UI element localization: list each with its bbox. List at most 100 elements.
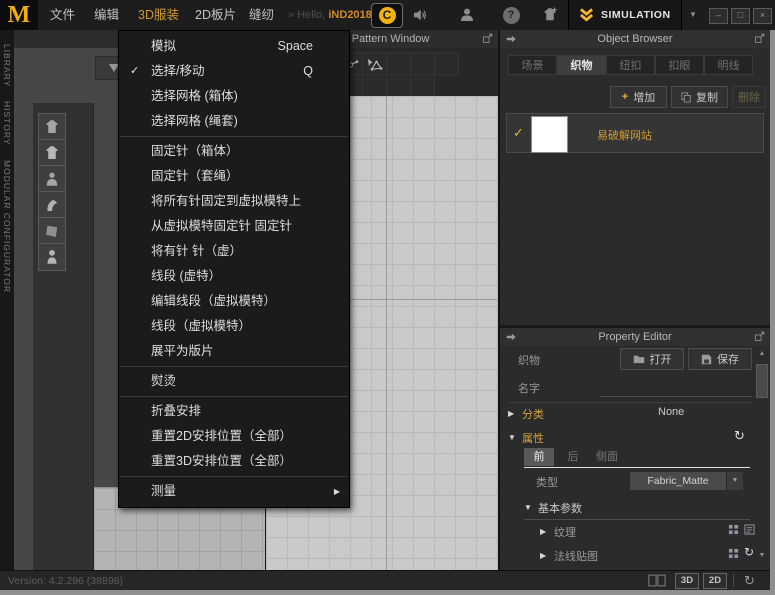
tab-fabric[interactable]: 织物 <box>557 55 606 75</box>
menu-item-detach-pins[interactable]: 从虚拟模特固定针 固定针 <box>119 214 349 239</box>
menu-2d-pattern[interactable]: 2D板片 <box>189 0 242 30</box>
menu-item-reset-3d-arrangement[interactable]: 重置3D安排位置（全部） <box>119 449 349 474</box>
maximize-button[interactable]: □ <box>731 8 750 24</box>
dock-arrow-icon[interactable] <box>505 331 517 343</box>
menu-item-select-mesh-lasso[interactable]: 选择网格 (绳套) <box>119 109 349 134</box>
side-tab-back[interactable]: 后 <box>558 448 588 466</box>
popout-icon[interactable] <box>754 331 765 342</box>
menu-item-attach-all-pins[interactable]: 将所有针固定到虚拟模特上 <box>119 189 349 214</box>
side-tab-front[interactable]: 前 <box>524 448 554 466</box>
menu-item-segment-avatar-2[interactable]: 线段（虚拟模特） <box>119 314 349 339</box>
normal-map-grid-icon[interactable] <box>728 548 739 559</box>
cursor-polygon-icon <box>366 57 383 72</box>
menu-item-reset-2d-arrangement[interactable]: 重置2D安排位置（全部） <box>119 424 349 449</box>
tab-underline <box>524 467 750 468</box>
category-label[interactable]: 分类 <box>522 406 544 422</box>
help-icon[interactable]: ? <box>499 5 523 25</box>
minimize-button[interactable]: – <box>709 8 728 24</box>
view-3d-button[interactable]: 3D <box>675 573 699 589</box>
sidebar-tab-library[interactable]: LIBRARY <box>2 44 12 87</box>
close-button[interactable]: × <box>753 8 772 24</box>
simulation-toggle[interactable]: SIMULATION <box>568 0 682 30</box>
menu-item-select-move[interactable]: ✓选择/移动Q <box>119 59 349 84</box>
type-label: 类型 <box>536 474 558 490</box>
toolbar-slot <box>362 74 387 98</box>
menu-item-measure[interactable]: 测量▶ <box>119 479 349 504</box>
fabric-name: 易破解网站 <box>597 127 652 143</box>
tab-scene[interactable]: 场景 <box>508 55 557 75</box>
menu-item-pin-lasso[interactable]: 固定针（套绳） <box>119 164 349 189</box>
sidebar-tab-modular-configurator[interactable]: MODULAR CONFIGURATOR <box>2 160 12 293</box>
texture-grid-icon[interactable] <box>728 524 739 535</box>
scrollbar-thumb[interactable] <box>756 364 768 398</box>
view-2d-button[interactable]: 2D <box>703 573 727 589</box>
tab-buttonhole[interactable]: 扣眼 <box>655 55 704 75</box>
avatar-icon[interactable] <box>455 5 479 25</box>
basic-params-label[interactable]: 基本参数 <box>538 500 582 516</box>
add-garment-icon[interactable] <box>538 5 562 25</box>
polygon-tool-button[interactable] <box>362 52 387 76</box>
type-dropdown[interactable]: Fabric_Matte <box>630 472 726 490</box>
library-item-avatar-2[interactable] <box>38 243 66 271</box>
library-item-avatar-1[interactable] <box>38 165 66 193</box>
speaker-icon[interactable] <box>408 5 432 25</box>
object-browser-titlebar: Object Browser <box>500 30 770 48</box>
open-button[interactable]: 打开 <box>620 348 684 370</box>
copy-button[interactable]: 复制 <box>671 86 728 108</box>
toolbar-slot <box>410 74 435 98</box>
popout-icon[interactable] <box>482 33 493 44</box>
menu-item-simulate[interactable]: 模拟Space <box>119 34 349 59</box>
delete-button[interactable]: 删除 <box>732 86 766 108</box>
menu-3d-garment[interactable]: 3D服装 <box>132 0 185 30</box>
check-icon[interactable]: ✓ <box>513 125 524 141</box>
menu-item-iron[interactable]: 熨烫 <box>119 369 349 394</box>
menu-edit[interactable]: 编辑 <box>88 0 125 30</box>
texture-label[interactable]: 纹理 <box>554 524 576 540</box>
normal-map-expander-icon[interactable]: ▶ <box>540 551 546 560</box>
side-tab-side[interactable]: 侧面 <box>592 448 622 466</box>
scrollbar-up-button[interactable]: ▲ <box>756 350 768 357</box>
library-item-fabric[interactable] <box>38 217 66 245</box>
library-item-arm[interactable] <box>38 191 66 219</box>
popout-icon[interactable] <box>754 33 765 44</box>
save-button[interactable]: 保存 <box>688 348 752 370</box>
property-expander-icon[interactable]: ▼ <box>508 433 516 442</box>
normal-map-refresh-icon[interactable]: ↻ <box>744 545 754 559</box>
menu-item-pin-box[interactable]: 固定针（箱体） <box>119 139 349 164</box>
menu-item-fold-arrangement[interactable]: 折叠安排 <box>119 399 349 424</box>
clo-badge-icon[interactable]: C <box>371 3 403 28</box>
scrollbar-down-button[interactable]: ▼ <box>756 552 768 559</box>
dock-arrow-icon[interactable] <box>505 33 517 45</box>
tab-topstitch[interactable]: 明线 <box>704 55 753 75</box>
menu-file[interactable]: 文件 <box>44 0 81 30</box>
status-refresh-button[interactable]: ↻ <box>744 571 755 591</box>
menu-item-flatten-to-pattern[interactable]: 展平为版片 <box>119 339 349 364</box>
texture-browse-icon[interactable] <box>744 524 755 535</box>
name-input[interactable] <box>600 378 752 397</box>
property-editor-titlebar: Property Editor <box>500 328 770 346</box>
refresh-icon[interactable]: ↻ <box>734 428 745 444</box>
category-expander-icon[interactable]: ▶ <box>508 409 514 418</box>
property-label[interactable]: 属性 <box>522 430 544 446</box>
menu-sewing[interactable]: 缝纫 <box>243 0 280 30</box>
sidebar-tab-history[interactable]: HISTORY <box>2 101 12 145</box>
shortcut-label: Space <box>278 34 313 59</box>
menu-separator <box>120 366 348 367</box>
texture-expander-icon[interactable]: ▶ <box>540 527 546 536</box>
split-view-button[interactable] <box>648 574 666 587</box>
menu-item-segment-avatar[interactable]: 线段 (虚特） <box>119 264 349 289</box>
library-item-garment-2[interactable] <box>38 139 66 167</box>
normal-map-label[interactable]: 法线贴图 <box>554 548 598 564</box>
menu-item-edit-segment-avatar[interactable]: 编辑线段（虚拟模特） <box>119 289 349 314</box>
version-text: Version: 4.2.296 (38898) <box>8 571 123 591</box>
basic-params-expander-icon[interactable]: ▼ <box>524 503 532 512</box>
library-item-garment-1[interactable] <box>38 113 66 141</box>
fabric-list-item[interactable]: ✓ 易破解网站 <box>506 113 764 153</box>
simulation-dropdown-arrow[interactable]: ▼ <box>683 0 703 30</box>
menu-item-pins-segment[interactable]: 将有针 针（虚） <box>119 239 349 264</box>
menu-item-select-mesh-box[interactable]: 选择网格 (箱体) <box>119 84 349 109</box>
type-dropdown-arrow[interactable]: ▼ <box>727 472 743 490</box>
tab-button[interactable]: 纽扣 <box>606 55 655 75</box>
property-editor-title: Property Editor <box>598 331 671 343</box>
add-button[interactable]: + 增加 <box>610 86 667 108</box>
